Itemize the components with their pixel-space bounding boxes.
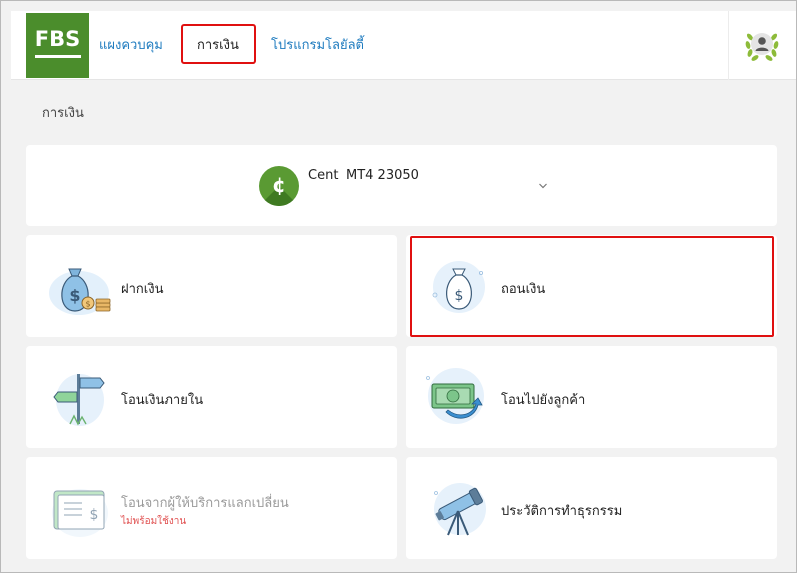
finances-tab-highlight — [181, 24, 256, 64]
transaction-history-label: ประวัติการทำธุรกรรม — [501, 504, 623, 519]
nav-loyalty-link[interactable]: โปรแกรมโลยัลตี้ — [271, 34, 364, 55]
svg-text:$: $ — [90, 507, 99, 523]
client-transfer-label: โอนไปยังลูกค้า — [501, 393, 586, 408]
exchanger-transfer-tile: $ โอนจากผู้ให้บริการแลกเปลี่ยน ไม่พร้อมใ… — [26, 457, 397, 559]
exchanger-transfer-label: โอนจากผู้ให้บริการแลกเปลี่ยน — [121, 496, 289, 511]
money-bag-coins-icon: $ $ — [49, 268, 111, 315]
svg-text:$: $ — [85, 300, 90, 309]
user-avatar-icon[interactable] — [743, 25, 781, 63]
logo-text: FBS — [34, 27, 81, 51]
internal-transfer-label: โอนเงินภายใน — [121, 393, 204, 408]
signpost-icon — [53, 374, 105, 426]
logo-underline — [35, 55, 81, 58]
transaction-history-tile[interactable]: ประวัติการทำธุรกรรม — [406, 457, 777, 559]
account-number: MT4 23050 — [346, 168, 419, 183]
wallet-book-icon: $ — [52, 489, 108, 537]
withdraw-tile-highlight — [410, 236, 774, 337]
unavailable-note: ไม่พร้อมใช้งาน — [121, 516, 187, 527]
deposit-label: ฝากเงิน — [121, 282, 164, 297]
account-type: Cent — [308, 168, 339, 183]
telescope-icon — [434, 483, 486, 536]
deposit-tile[interactable]: $ $ ฝากเงิน — [26, 235, 397, 337]
fbs-logo[interactable]: FBS — [26, 13, 89, 78]
account-selector[interactable]: ¢ Cent MT4 23050 — [26, 145, 777, 226]
cent-account-icon: ¢ — [259, 166, 299, 206]
svg-text:$: $ — [69, 286, 80, 305]
page-breadcrumb: การเงิน — [42, 106, 84, 121]
top-header: FBS แผงควบคุม การเงิน โปรแกรมโลยัลตี้ — [11, 11, 796, 80]
client-transfer-tile[interactable]: โอนไปยังลูกค้า — [406, 346, 777, 448]
internal-transfer-tile[interactable]: โอนเงินภายใน — [26, 346, 397, 448]
banknote-transfer-icon — [426, 368, 484, 424]
currency-symbol: ¢ — [272, 173, 286, 197]
app-frame: FBS แผงควบคุม การเงิน โปรแกรมโลยัลตี้ กา… — [0, 0, 797, 573]
chevron-down-icon[interactable] — [538, 181, 548, 191]
nav-dashboard-link[interactable]: แผงควบคุม — [99, 34, 163, 55]
user-menu[interactable] — [728, 11, 796, 80]
